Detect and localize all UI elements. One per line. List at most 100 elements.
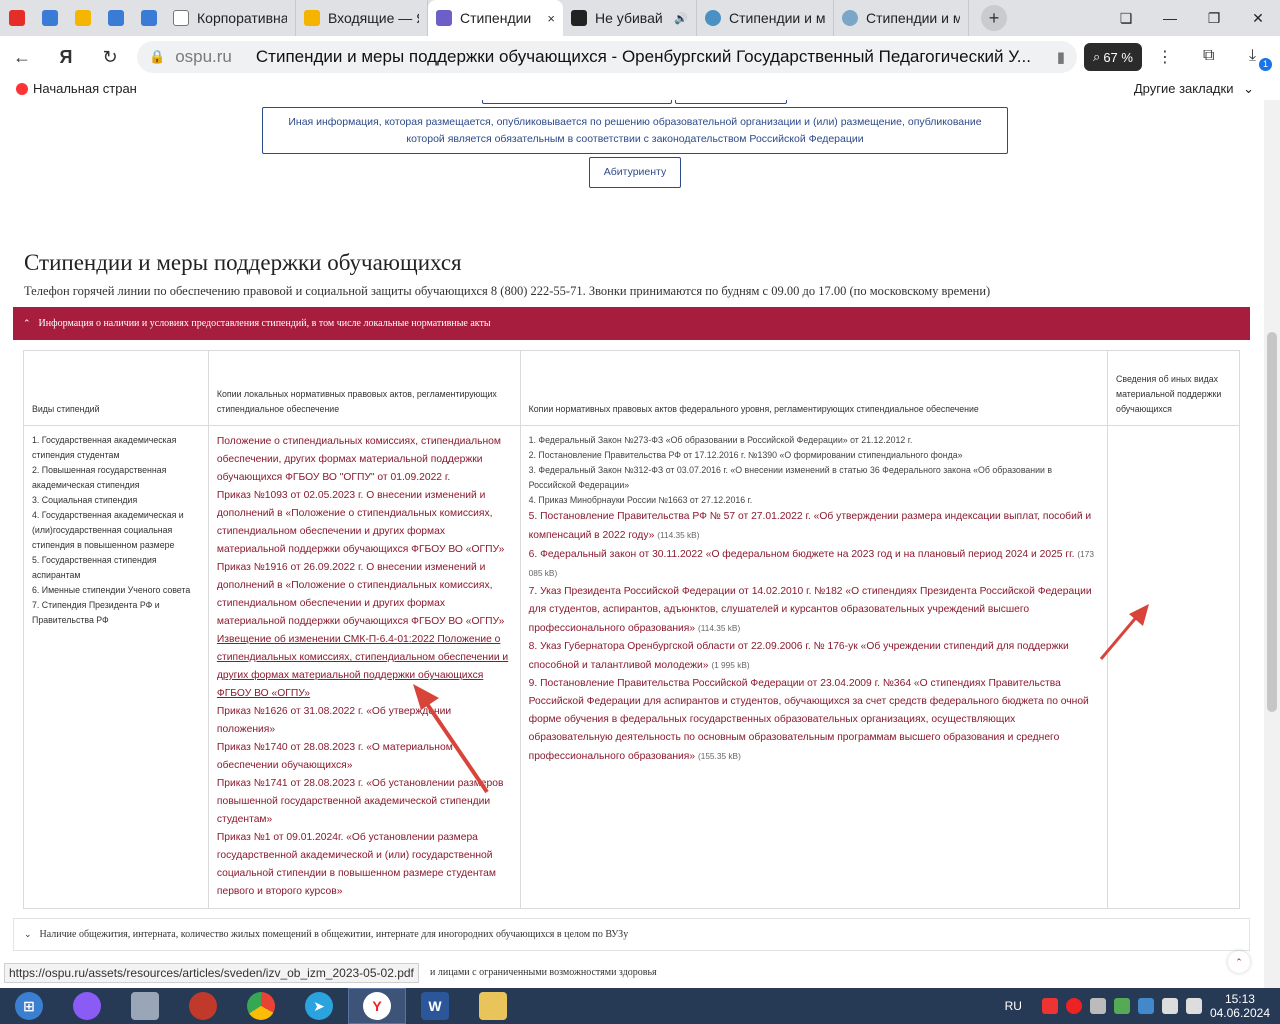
table-header-row: Виды стипендий Копии локальных нормативн… xyxy=(23,350,1240,426)
federal-act-link[interactable]: 7. Указ Президента Российской Федерации … xyxy=(529,583,1099,638)
corporate-icon xyxy=(173,10,189,26)
list-item: 7. Стипендия Президента РФ и Правительст… xyxy=(32,600,160,625)
table-header: Копии нормативных правовых актов федерал… xyxy=(519,350,1109,426)
windows-start-icon: ⊞ xyxy=(15,992,43,1020)
tab-corporate[interactable]: Корпоративна xyxy=(165,0,296,36)
tray-yandex-icon[interactable] xyxy=(1065,998,1082,1014)
tab-scholarships-2[interactable]: Стипендии и м xyxy=(697,0,834,36)
start-button[interactable]: ⊞ xyxy=(0,988,58,1024)
document-link[interactable]: Приказ №1916 от 26.09.2022 г. О внесении… xyxy=(217,559,512,631)
zoom-indicator[interactable]: ⌕ 67 % xyxy=(1084,43,1142,71)
scroll-top-button[interactable]: ⌃ xyxy=(1228,951,1250,973)
accordion-next-partial[interactable]: и лицами с ограниченными возможностями з… xyxy=(430,967,657,978)
list-item: 3. Социальная стипендия xyxy=(32,495,138,505)
bookmarks-bar: Начальная стран Другие закладки ⌄ xyxy=(0,78,1280,100)
taskbar-alice[interactable] xyxy=(58,988,116,1024)
taskbar-yandex-browser[interactable]: Y xyxy=(348,988,406,1024)
federal-act-link[interactable]: 9. Постановление Правительства Российско… xyxy=(529,675,1099,766)
scrollbar-thumb[interactable] xyxy=(1267,332,1277,712)
yandex-icon[interactable]: Я xyxy=(44,47,88,68)
taskbar-pirate[interactable] xyxy=(174,988,232,1024)
document-link[interactable]: Приказ №1 от 09.01.2024г. «Об установлен… xyxy=(217,829,512,901)
status-bar-url: https://ospu.ru/assets/resources/article… xyxy=(4,963,419,983)
tab-mail[interactable]: Входящие — Я xyxy=(296,0,428,36)
document-link[interactable]: Приказ №1741 от 28.08.2023 г. «Об устано… xyxy=(217,775,512,829)
taskbar-telegram[interactable]: ➤ xyxy=(290,988,348,1024)
nav-other-info[interactable]: Иная информация, которая размещается, оп… xyxy=(262,107,1008,154)
chevron-up-icon: ⌃ xyxy=(1235,957,1243,967)
taskbar-word[interactable]: W xyxy=(406,988,464,1024)
pinned-tab-4[interactable] xyxy=(132,0,165,36)
menu-dots-icon[interactable]: ⋮ xyxy=(1157,47,1173,67)
accordion-scholarships[interactable]: ⌃ Информация о наличии и условиях предос… xyxy=(13,307,1250,340)
tray-record-icon[interactable] xyxy=(1041,998,1058,1014)
taskbar-chrome[interactable] xyxy=(232,988,290,1024)
tray-volume-icon[interactable] xyxy=(1185,998,1202,1014)
accordion-dormitory[interactable]: ⌄ Наличие общежития, интерната, количест… xyxy=(13,918,1250,951)
extensions-icon[interactable]: ⧉ xyxy=(1203,47,1214,65)
bookmark-other[interactable]: Другие закладки ⌄ xyxy=(1134,81,1254,97)
document-link[interactable]: Приказ №1093 от 02.05.2023 г. О внесении… xyxy=(217,487,512,559)
speaker-icon[interactable]: 🔊 xyxy=(674,12,688,25)
cube-icon xyxy=(140,10,157,26)
tray-cloud-icon[interactable] xyxy=(1137,998,1154,1014)
federal-act-link[interactable]: 5. Постановление Правительства РФ № 57 о… xyxy=(529,508,1099,545)
tab-active-scholarships[interactable]: Стипендии × xyxy=(428,0,563,36)
taskbar-explorer[interactable] xyxy=(464,988,522,1024)
scholarship-icon xyxy=(842,10,858,26)
clock[interactable]: 15:13 04.06.2024 xyxy=(1210,992,1270,1020)
tray-shield-icon[interactable] xyxy=(1113,998,1130,1014)
youtube-icon xyxy=(8,10,25,26)
downloads-icon[interactable]: ⤓ xyxy=(1249,47,1256,65)
downloads-badge: 1 xyxy=(1259,58,1272,71)
pinned-tab-1[interactable] xyxy=(33,0,66,36)
local-acts-cell: Положение о стипендиальных комиссиях, ст… xyxy=(207,425,521,909)
table-header: Копии локальных нормативных правовых акт… xyxy=(207,350,521,426)
close-tab-icon[interactable]: × xyxy=(547,11,555,26)
document-link[interactable]: Приказ №1626 от 31.08.2022 г. «Об утверж… xyxy=(217,703,512,739)
calculator-icon xyxy=(131,992,159,1020)
document-link[interactable]: Положение о стипендиальных комиссиях, ст… xyxy=(217,433,512,487)
nav-button-partial-2[interactable] xyxy=(675,100,787,104)
nav-applicant[interactable]: Абитуриенту xyxy=(589,157,681,188)
language-indicator[interactable]: RU xyxy=(1005,999,1022,1013)
bookmark-icon[interactable]: ▮ xyxy=(1057,48,1065,66)
table-header: Виды стипендий xyxy=(23,350,209,426)
federal-act-link[interactable]: 8. Указ Губернатора Оренбургской области… xyxy=(529,638,1099,675)
browser-toolbar: ← Я ↻ 🔒 ospu.ru Стипендии и меры поддерж… xyxy=(0,36,1280,78)
tab-video[interactable]: Не убивай 🔊 xyxy=(563,0,697,36)
video-icon xyxy=(571,10,587,26)
close-window-button[interactable]: ✕ xyxy=(1236,10,1280,27)
list-item: 5. Государственная стипендия аспирантам xyxy=(32,555,157,580)
document-link[interactable]: Приказ №1740 от 28.08.2023 г. «О материа… xyxy=(217,739,512,775)
list-item: 4. Государственная академическая и (или)… xyxy=(32,510,184,550)
chevron-up-icon: ⌃ xyxy=(23,318,31,328)
system-tray: RU 15:13 04.06.2024 xyxy=(1005,988,1280,1024)
address-bar[interactable]: 🔒 ospu.ru Стипендии и меры поддержки обу… xyxy=(137,41,1077,73)
tray-tools-icon[interactable] xyxy=(1089,998,1106,1014)
reload-icon[interactable]: ↻ xyxy=(88,47,132,68)
taskbar-calculator[interactable] xyxy=(116,988,174,1024)
change-notice-link[interactable]: Извещение об изменении СМК-П-6.4-01:2022… xyxy=(217,631,512,703)
federal-act-item: 2. Постановление Правительства РФ от 17.… xyxy=(528,450,963,460)
scholarship-table: Виды стипендий Копии локальных нормативн… xyxy=(23,350,1240,909)
bookmark-home[interactable]: Начальная стран xyxy=(16,81,137,96)
page-scrollbar[interactable] xyxy=(1264,100,1280,988)
pinned-tab-2[interactable] xyxy=(66,0,99,36)
lock-icon: 🔒 xyxy=(149,49,166,64)
chevron-down-icon: ⌄ xyxy=(1243,81,1254,96)
federal-act-item: 1. Федеральный Закон №273-ФЗ «Об образов… xyxy=(528,435,913,445)
pinned-tab-3[interactable] xyxy=(99,0,132,36)
new-tab-button[interactable]: + xyxy=(981,5,1007,31)
pinned-tab-youtube[interactable] xyxy=(0,0,33,36)
tray-network-icon[interactable] xyxy=(1161,998,1178,1014)
nav-button-partial[interactable] xyxy=(482,100,672,104)
tab-scholarships-3[interactable]: Стипендии и м xyxy=(834,0,969,36)
federal-act-link[interactable]: 6. Федеральный закон от 30.11.2022 «О фе… xyxy=(529,545,1099,583)
tab-list-icon[interactable]: ❏ xyxy=(1104,10,1148,27)
minimize-button[interactable]: — xyxy=(1148,10,1192,26)
chevron-down-icon: ⌄ xyxy=(24,929,32,939)
back-arrow-icon[interactable]: ← xyxy=(0,47,44,68)
maximize-button[interactable]: ❐ xyxy=(1192,10,1236,27)
web-page: Иная информация, которая размещается, оп… xyxy=(0,100,1264,988)
